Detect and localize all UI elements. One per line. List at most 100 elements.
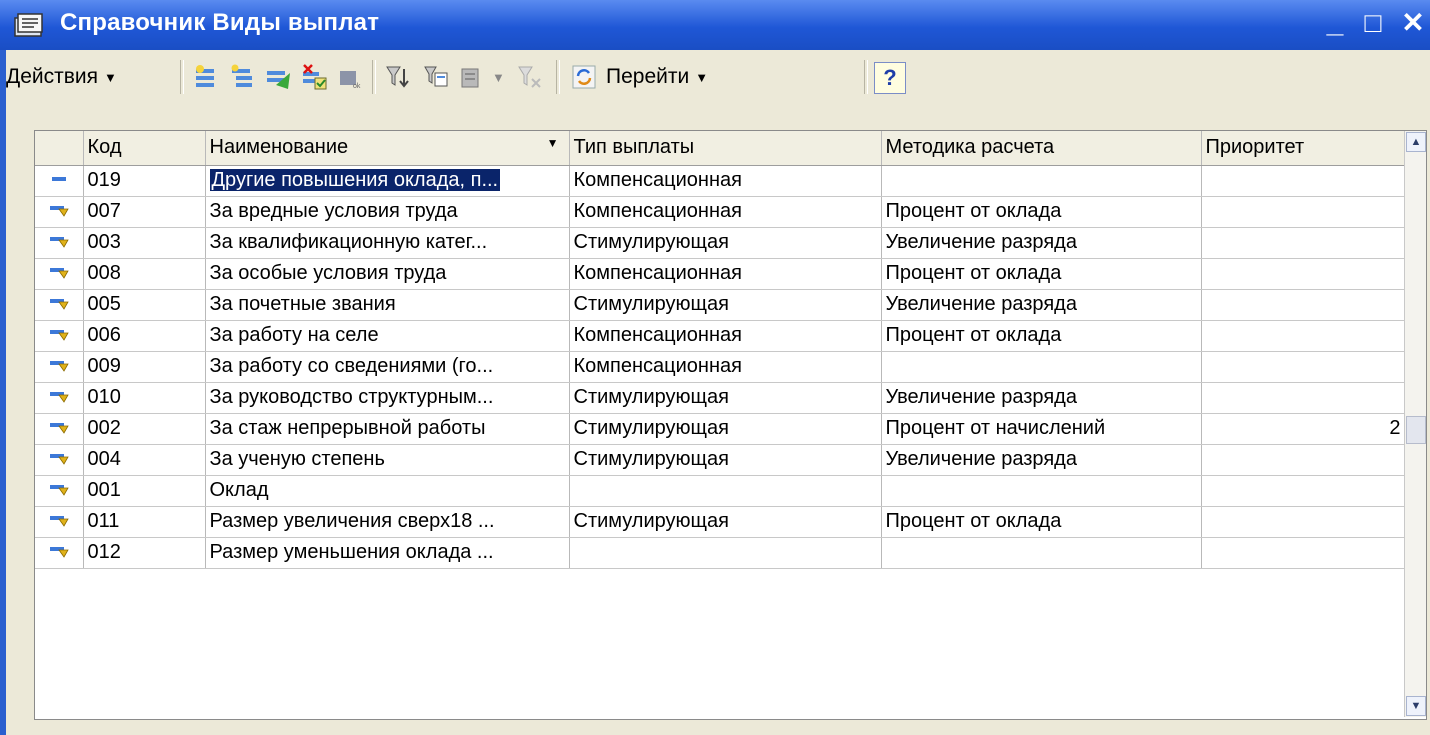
- table-row[interactable]: 003 За квалификационную катег... Стимулиру…: [35, 227, 1406, 259]
- cell-name[interactable]: Размер уменьшения оклада ...: [205, 537, 570, 569]
- minimize-button[interactable]: _: [1318, 6, 1352, 40]
- actions-menu[interactable]: Действия ▼: [6, 59, 117, 95]
- filter-button[interactable]: [384, 59, 412, 95]
- table-row[interactable]: 002 За стаж непрерывной работы Стимулирующ…: [35, 413, 1406, 445]
- cell-method[interactable]: Увеличение разряда: [881, 227, 1202, 259]
- table-row[interactable]: 004 За ученую степень Стимулирующая Увеличе…: [35, 444, 1406, 476]
- cell-code[interactable]: 010: [83, 382, 206, 414]
- cell-name[interactable]: За особые условия труда: [205, 258, 570, 290]
- col-header-priority[interactable]: Приоритет: [1201, 131, 1406, 166]
- cell-priority[interactable]: [1201, 165, 1406, 197]
- help-button[interactable]: ?: [874, 62, 906, 94]
- title-bar[interactable]: Справочник Виды выплат _ □ ✕: [0, 0, 1430, 50]
- cell-type[interactable]: Компенсационная: [569, 351, 882, 383]
- cell-name[interactable]: За вредные условия труда: [205, 196, 570, 228]
- clear-filter-button[interactable]: [516, 59, 544, 95]
- cell-code[interactable]: 019: [83, 165, 206, 197]
- cell-method[interactable]: [881, 537, 1202, 569]
- col-header-code[interactable]: Код: [83, 131, 206, 166]
- copy-item-button[interactable]: [264, 59, 292, 95]
- cell-code[interactable]: 005: [83, 289, 206, 321]
- table-row[interactable]: 008 За особые условия труда Компенсационна…: [35, 258, 1406, 290]
- cell-code[interactable]: 002: [83, 413, 206, 445]
- table-row[interactable]: 009 За работу со сведениями (го... Компенс…: [35, 351, 1406, 383]
- cell-code[interactable]: 006: [83, 320, 206, 352]
- cell-method[interactable]: Процент от оклада: [881, 196, 1202, 228]
- cell-priority[interactable]: [1201, 351, 1406, 383]
- cell-code[interactable]: 009: [83, 351, 206, 383]
- cell-type[interactable]: Стимулирующая: [569, 227, 882, 259]
- table-row[interactable]: 012 Размер уменьшения оклада ...: [35, 537, 1406, 569]
- table-row[interactable]: 005 За почетные звания Стимулирующая Увелич…: [35, 289, 1406, 321]
- cell-code[interactable]: 003: [83, 227, 206, 259]
- cell-name[interactable]: За руководство структурным...: [205, 382, 570, 414]
- cell-method[interactable]: [881, 351, 1202, 383]
- cell-type[interactable]: Стимулирующая: [569, 289, 882, 321]
- cell-code[interactable]: 007: [83, 196, 206, 228]
- cell-code[interactable]: 004: [83, 444, 206, 476]
- cell-method[interactable]: Увеличение разряда: [881, 444, 1202, 476]
- cell-priority[interactable]: [1201, 475, 1406, 507]
- cell-type[interactable]: [569, 537, 882, 569]
- cell-method[interactable]: Процент от оклада: [881, 258, 1202, 290]
- add-group-button[interactable]: [228, 59, 256, 95]
- col-header-icon[interactable]: [35, 131, 84, 166]
- scroll-thumb[interactable]: [1406, 416, 1426, 444]
- maximize-button[interactable]: □: [1356, 6, 1390, 40]
- table-row[interactable]: 011 Размер увеличения сверх18 ... Стимулир…: [35, 506, 1406, 538]
- cell-priority[interactable]: [1201, 444, 1406, 476]
- cell-method[interactable]: [881, 165, 1202, 197]
- cell-type[interactable]: Компенсационная: [569, 258, 882, 290]
- filter-history-button[interactable]: ▼: [458, 59, 505, 95]
- filter-settings-button[interactable]: [422, 59, 450, 95]
- cell-priority[interactable]: [1201, 227, 1406, 259]
- cell-name[interactable]: Оклад: [205, 475, 570, 507]
- cell-type[interactable]: Компенсационная: [569, 196, 882, 228]
- table-row[interactable]: 010 За руководство структурным... Стимулир…: [35, 382, 1406, 414]
- scroll-down-button[interactable]: ▼: [1406, 696, 1426, 716]
- cell-name[interactable]: Размер увеличения сверх18 ...: [205, 506, 570, 538]
- cell-type[interactable]: Стимулирующая: [569, 382, 882, 414]
- cell-priority[interactable]: [1201, 289, 1406, 321]
- cell-code[interactable]: 011: [83, 506, 206, 538]
- vertical-scrollbar[interactable]: ▲ ▼: [1404, 131, 1426, 717]
- cell-name[interactable]: За ученую степень: [205, 444, 570, 476]
- goto-menu[interactable]: Перейти ▼: [570, 59, 708, 95]
- cell-method[interactable]: [881, 475, 1202, 507]
- cell-name[interactable]: За работу на селе: [205, 320, 570, 352]
- cell-code[interactable]: 012: [83, 537, 206, 569]
- cell-priority[interactable]: [1201, 320, 1406, 352]
- table-row[interactable]: 001 Оклад: [35, 475, 1406, 507]
- cell-name[interactable]: Другие повышения оклада, п...: [205, 165, 570, 197]
- cell-name[interactable]: За стаж непрерывной работы: [205, 413, 570, 445]
- cell-method[interactable]: Процент от оклада: [881, 506, 1202, 538]
- close-button[interactable]: ✕: [1396, 6, 1430, 40]
- cell-type[interactable]: Стимулирующая: [569, 506, 882, 538]
- cell-type[interactable]: [569, 475, 882, 507]
- cell-method[interactable]: Процент от начислений: [881, 413, 1202, 445]
- cell-type[interactable]: Компенсационная: [569, 320, 882, 352]
- cell-priority[interactable]: [1201, 506, 1406, 538]
- cell-name[interactable]: За почетные звания: [205, 289, 570, 321]
- table-row[interactable]: 007 За вредные условия труда Компенсационн…: [35, 196, 1406, 228]
- cell-type[interactable]: Стимулирующая: [569, 444, 882, 476]
- scroll-up-button[interactable]: ▲: [1406, 132, 1426, 152]
- cell-priority[interactable]: [1201, 537, 1406, 569]
- cell-method[interactable]: Процент от оклада: [881, 320, 1202, 352]
- cell-type[interactable]: Стимулирующая: [569, 413, 882, 445]
- cell-name[interactable]: За работу со сведениями (го...: [205, 351, 570, 383]
- delete-mark-button[interactable]: [300, 59, 328, 95]
- cell-code[interactable]: 008: [83, 258, 206, 290]
- ok-button[interactable]: ok: [336, 59, 364, 95]
- list-grid[interactable]: Код Наименование ▼ Тип выплаты Методика р…: [34, 130, 1427, 720]
- col-header-method[interactable]: Методика расчета: [881, 131, 1202, 166]
- table-row[interactable]: 006 За работу на селе Компенсационная Проце…: [35, 320, 1406, 352]
- cell-code[interactable]: 001: [83, 475, 206, 507]
- add-item-button[interactable]: [192, 59, 220, 95]
- cell-priority[interactable]: [1201, 258, 1406, 290]
- cell-name[interactable]: За квалификационную катег...: [205, 227, 570, 259]
- table-row[interactable]: 019 Другие повышения оклада, п... Компенса…: [35, 165, 1406, 197]
- cell-method[interactable]: Увеличение разряда: [881, 289, 1202, 321]
- col-header-name[interactable]: Наименование ▼: [205, 131, 570, 166]
- cell-priority[interactable]: [1201, 382, 1406, 414]
